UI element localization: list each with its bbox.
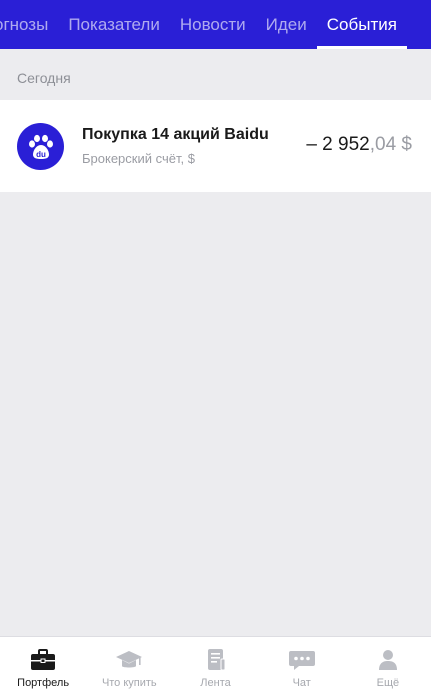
amount-integer: – 2 952 [306,134,370,155]
baidu-logo-icon: du [17,123,64,170]
svg-text:du: du [36,150,46,159]
briefcase-icon [31,649,56,670]
tab-indicators[interactable]: Показатели [58,0,170,49]
tab-ideas[interactable]: Идеи [256,0,317,49]
event-title: Покупка 14 акций Baidu [82,126,269,143]
tab-news[interactable]: Новости [170,0,256,49]
nav-chat[interactable]: Чат [259,637,345,693]
nav-what-to-buy[interactable]: Что купить [86,637,172,693]
tab-events[interactable]: События [316,0,408,49]
graduation-cap-icon [116,651,143,668]
nav-label: Что купить [101,677,157,689]
event-amount: – 2 952,04 $ [306,134,412,156]
nav-label: Чат [292,677,311,689]
nav-more[interactable]: Ещё [345,637,431,693]
nav-label: Ещё [376,677,400,689]
tab-forecasts[interactable]: огнозы [0,0,58,49]
amount-fraction: ,04 $ [369,134,412,155]
chat-icon [288,651,315,670]
person-icon [378,650,397,670]
nav-label: Лента [200,677,231,689]
event-account: Брокерский счёт, $ [82,151,195,166]
nav-portfolio[interactable]: Портфель [0,637,86,693]
top-tab-bar: огнозы Показатели Новости Идеи События [0,0,431,49]
nav-label: Портфель [17,677,70,689]
nav-feed[interactable]: Лента [172,637,258,693]
bottom-nav: Портфель Что купить Лента Чат Ещё [0,636,431,693]
section-header-today: Сегодня [17,70,71,86]
tabs: огнозы Показатели Новости Идеи События [0,0,408,49]
feed-icon [207,649,225,671]
